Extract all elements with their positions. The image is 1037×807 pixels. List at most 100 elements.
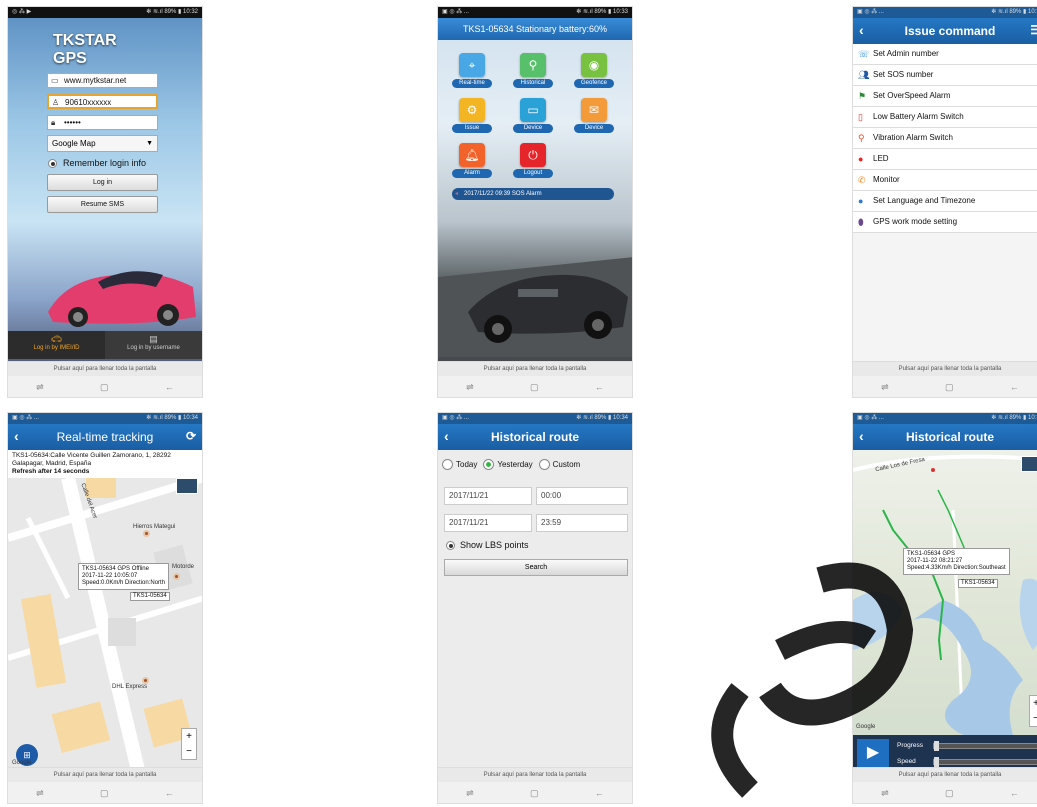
refresh-icon[interactable]: ⟳ <box>186 429 196 443</box>
tile-historical[interactable]: ⚲ Historical <box>513 53 553 91</box>
remember-login[interactable]: Remember login info <box>48 158 146 168</box>
login-button[interactable]: Log in <box>47 174 158 191</box>
device-address: TKS1-05634:Calle Vicente Guillen Zamoran… <box>12 452 171 467</box>
tile-realtime[interactable]: ⌖ Real-time <box>452 53 492 91</box>
tile-device-message[interactable]: ✉ Device <box>574 98 614 136</box>
satellite-toggle[interactable] <box>1021 456 1037 472</box>
play-button[interactable]: ▶ <box>857 739 889 767</box>
cmd-sos-number[interactable]: 👥︎Set SOS number> <box>853 65 1037 86</box>
fullscreen-hint[interactable]: Pulsar aquí para llenar toda la pantalla <box>8 362 202 376</box>
today-radio[interactable] <box>442 459 453 470</box>
custom-radio[interactable] <box>538 459 550 470</box>
recent-apps-icon[interactable]: ⇌ <box>466 382 474 393</box>
start-date-input[interactable]: 2017/11/21 <box>444 487 532 505</box>
fullscreen-hint[interactable]: Pulsar aquí para llenar toda la pantalla <box>438 362 632 376</box>
cmd-overspeed-alarm[interactable]: ⚑Set OverSpeed Alarm> <box>853 86 1037 107</box>
tile-alarm[interactable]: 🔔︎ Alarm <box>452 143 492 181</box>
fullscreen-hint[interactable]: Pulsar aquí para llenar toda la pantalla <box>8 768 202 782</box>
back-arrow-icon[interactable]: ← <box>595 788 604 798</box>
username-value: 90610xxxxxx <box>65 98 112 107</box>
back-arrow-icon[interactable]: ← <box>595 382 604 392</box>
popup-line2: 2017-11-22 08:21:27 <box>907 558 963 564</box>
menu-list-icon[interactable]: ☰ <box>1030 23 1037 37</box>
zoom-in-button[interactable]: + <box>182 729 196 744</box>
progress-thumb[interactable] <box>934 741 939 751</box>
speed-slider[interactable] <box>933 757 1037 767</box>
tile-geofence[interactable]: ◉ Geofence <box>574 53 614 91</box>
map-select[interactable]: Google Map ▼ <box>47 135 158 152</box>
map-view[interactable]: Hierros Mategui Motorde DHL Express Call… <box>8 478 202 770</box>
tab-imei[interactable]: 🚗︎ Log in by IMEI/ID <box>8 331 105 359</box>
back-chevron-icon[interactable]: ‹ <box>14 428 19 444</box>
show-lbs-radio[interactable] <box>446 540 455 550</box>
device-marker[interactable]: TKS1-05634 <box>958 579 998 588</box>
poi-hierros[interactable]: Hierros Mategui <box>133 524 175 537</box>
fullscreen-hint[interactable]: Pulsar aquí para llenar toda la pantalla <box>438 768 632 782</box>
end-time-input[interactable]: 23:59 <box>536 514 628 532</box>
home-icon[interactable]: ▢ <box>100 382 109 393</box>
search-button[interactable]: Search <box>444 559 628 576</box>
popup-line1: TKS1-05634 GPS Offline <box>82 566 149 572</box>
option-yesterday[interactable]: Yesterday <box>483 459 533 470</box>
poi-dhl[interactable]: DHL Express <box>112 677 149 690</box>
back-chevron-icon[interactable]: ‹ <box>859 22 864 38</box>
tile-logout[interactable]: ⏻ Logout <box>513 143 553 181</box>
recent-apps-icon[interactable]: ⇌ <box>36 382 44 393</box>
zoom-out-button[interactable]: − <box>182 744 196 759</box>
id-card-icon: ▤ <box>149 334 158 344</box>
cmd-monitor[interactable]: ✆Monitor> <box>853 170 1037 191</box>
back-arrow-icon[interactable]: ← <box>1010 788 1019 798</box>
back-arrow-icon[interactable]: ← <box>165 382 174 392</box>
back-arrow-icon[interactable]: ← <box>165 788 174 798</box>
zoom-in-button[interactable]: + <box>1030 696 1037 711</box>
server-field[interactable]: ▭ www.mytkstar.net <box>47 73 158 88</box>
cmd-low-battery[interactable]: ▯Low Battery Alarm Switch> <box>853 107 1037 128</box>
recent-apps-icon[interactable]: ⇌ <box>881 788 889 799</box>
tile-device-info[interactable]: ▭ Device <box>513 98 553 136</box>
resume-sms-button[interactable]: Resume SMS <box>47 196 158 213</box>
speed-thumb[interactable] <box>934 757 939 767</box>
password-field[interactable]: 🔒︎ •••••• <box>47 115 158 130</box>
satellite-toggle[interactable] <box>176 478 198 494</box>
back-arrow-icon[interactable]: ← <box>1010 382 1019 392</box>
home-icon[interactable]: ▢ <box>945 382 954 393</box>
username-field[interactable]: ♙ 90610xxxxxx <box>47 94 158 109</box>
status-left: ▣ ◎ ⁂ ... <box>442 9 469 15</box>
tile-issue[interactable]: ⚙ Issue <box>452 98 492 136</box>
status-bar: ▣ ◎ ⁂ ... ✻ ≋.ıl 89% ▮ 10:33 <box>438 7 632 18</box>
cmd-language-timezone[interactable]: ●Set Language and Timezone> <box>853 191 1037 212</box>
cmd-vibration-alarm[interactable]: ⚲Vibration Alarm Switch> <box>853 128 1037 149</box>
recent-apps-icon[interactable]: ⇌ <box>466 788 474 799</box>
remember-radio[interactable] <box>48 158 57 168</box>
login-screen: ◎ ⁂ ▶ ✻ ≋.ıl 89% ▮ 10:32 TKSTAR GPS ▭ ww… <box>7 6 203 398</box>
home-icon[interactable]: ▢ <box>530 788 539 799</box>
historical-route-map-screen: ▣ ◎ ⁂ ... ✻ ≋.ıl 89% ▮ 10:34 ‹ Historica… <box>852 412 1037 804</box>
device-marker[interactable]: TKS1-05634 <box>130 592 170 601</box>
recent-apps-icon[interactable]: ⇌ <box>881 382 889 393</box>
place-marker-icon <box>173 573 180 580</box>
zoom-out-button[interactable]: − <box>1030 711 1037 726</box>
back-chevron-icon[interactable]: ‹ <box>859 428 864 444</box>
tile-label: Logout <box>513 169 553 178</box>
cmd-admin-number[interactable]: ☏Set Admin number> <box>853 44 1037 65</box>
show-lbs-option[interactable]: Show LBS points <box>446 540 529 550</box>
start-time-input[interactable]: 00:00 <box>536 487 628 505</box>
fullscreen-hint[interactable]: Pulsar aquí para llenar toda la pantalla <box>853 768 1037 782</box>
poi-motorde[interactable]: Motorde <box>172 564 194 570</box>
end-date-input[interactable]: 2017/11/21 <box>444 514 532 532</box>
cmd-led[interactable]: ●LED> <box>853 149 1037 170</box>
back-chevron-icon[interactable]: ‹ <box>444 428 449 444</box>
option-custom[interactable]: Custom <box>538 459 580 470</box>
cmd-gps-work-mode[interactable]: ⬮ GPS work mode setting <box>853 212 1037 233</box>
alarm-ticker[interactable]: ◂ 2017/11/22 09:39 SOS Alarm <box>452 188 614 200</box>
tab-username[interactable]: ▤ Log in by username <box>105 331 202 359</box>
recent-apps-icon[interactable]: ⇌ <box>36 788 44 799</box>
home-icon[interactable]: ▢ <box>945 788 954 799</box>
fullscreen-hint[interactable]: Pulsar aquí para llenar toda la pantalla <box>853 362 1037 376</box>
yesterday-radio[interactable] <box>483 459 495 470</box>
home-icon[interactable]: ▢ <box>100 788 109 799</box>
route-map-view[interactable]: Calle Los de Fresa TKS1-05634 GPS 2017-1… <box>853 450 1037 735</box>
option-today[interactable]: Today <box>442 459 477 470</box>
progress-slider[interactable] <box>933 741 1037 751</box>
home-icon[interactable]: ▢ <box>530 382 539 393</box>
